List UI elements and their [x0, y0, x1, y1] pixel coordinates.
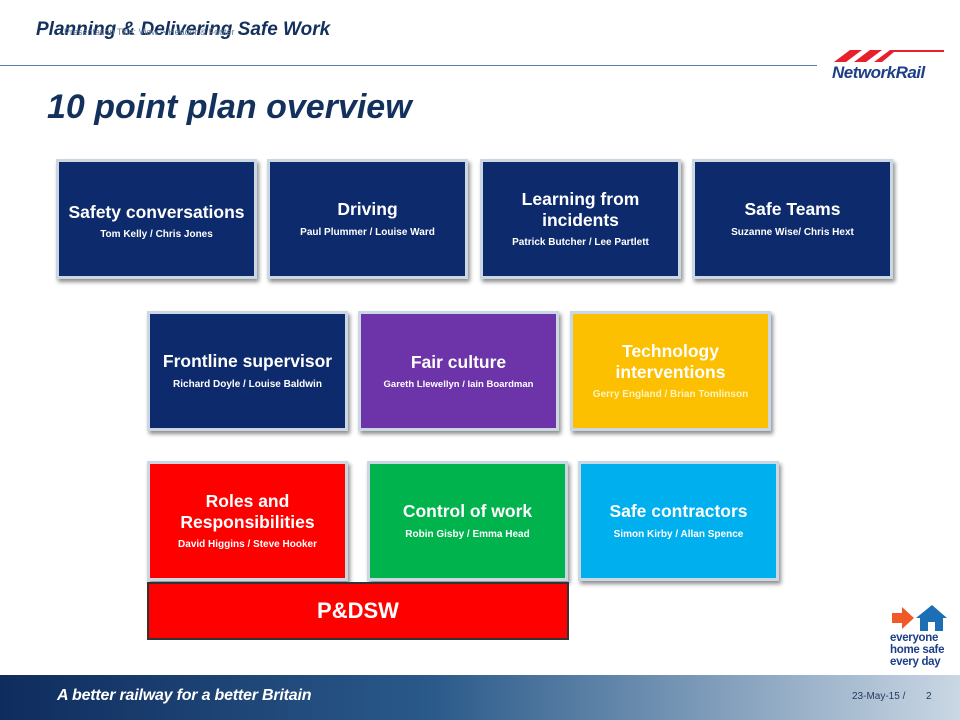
tile-names: Simon Kirby / Allan Spence: [613, 528, 744, 540]
tile-names: Paul Plummer / Louise Ward: [300, 226, 435, 238]
tile-names: Patrick Butcher / Lee Partlett: [512, 236, 649, 248]
footer-tagline: A better railway for a better Britain: [57, 687, 312, 704]
tile-names: Suzanne Wise/ Chris Hext: [731, 226, 854, 238]
campaign-logo: everyone home safe every day: [890, 604, 948, 668]
tile-title: Learning from incidents: [521, 189, 640, 230]
tile-title: Safe Teams: [744, 199, 841, 220]
tile-title: Driving: [337, 199, 398, 220]
chevron-icon: [834, 50, 944, 62]
campaign-text: everyone home safe every day: [890, 632, 944, 668]
pdsw-bar: P&DSW: [147, 582, 569, 640]
tile-names: Tom Kelly / Chris Jones: [100, 229, 213, 241]
tile-safe-teams: Safe Teams Suzanne Wise/ Chris Hext: [692, 159, 893, 279]
tile-safety-conversations: Safety conversations Tom Kelly / Chris J…: [56, 159, 257, 279]
tile-title: Control of work: [402, 501, 533, 522]
campaign-line: every day: [890, 656, 941, 669]
tile-title: Technology interventions: [615, 341, 726, 382]
tile-names: David Higgins / Steve Hooker: [178, 538, 317, 550]
tile-names: Gerry England / Brian Tomlinson: [592, 388, 749, 400]
tile-names: Robin Gisby / Emma Head: [405, 528, 530, 540]
presentation-title: Presentation Title: View > Header & Foot…: [64, 27, 235, 37]
tile-safe-contractors: Safe contractors Simon Kirby / Allan Spe…: [578, 461, 779, 581]
tile-title: Frontline supervisor: [162, 351, 333, 372]
tile-learning-from-incidents: Learning from incidents Patrick Butcher …: [480, 159, 681, 279]
arrow-house-icon: [892, 605, 947, 631]
tile-title: Roles and Responsibilities: [180, 491, 315, 532]
tile-technology-interventions: Technology interventions Gerry England /…: [570, 311, 771, 431]
header-rule: [0, 65, 817, 66]
tile-title: Safety conversations: [68, 201, 245, 222]
tile-names: Richard Doyle / Louise Baldwin: [173, 378, 322, 390]
tile-frontline-supervisor: Frontline supervisor Richard Doyle / Lou…: [147, 311, 348, 431]
campaign-line: home safe: [890, 644, 945, 657]
slide-title: 10 point plan overview: [47, 88, 412, 126]
tile-fair-culture: Fair culture Gareth Llewellyn / Iain Boa…: [358, 311, 559, 431]
tile-names: Gareth Llewellyn / Iain Boardman: [383, 378, 534, 390]
tile-title: Fair culture: [410, 351, 507, 372]
network-rail-logo: NetworkRail: [832, 50, 944, 84]
tile-title: Safe contractors: [609, 501, 748, 522]
footer-page-number: 2: [926, 691, 932, 702]
tile-control-of-work: Control of work Robin Gisby / Emma Head: [367, 461, 568, 581]
campaign-line: everyone: [890, 632, 939, 644]
logo-text: NetworkRail: [832, 63, 925, 82]
tile-driving: Driving Paul Plummer / Louise Ward: [267, 159, 468, 279]
tile-roles-and-responsibilities: Roles and Responsibilities David Higgins…: [147, 461, 348, 581]
footer-bar: A better railway for a better Britain 23…: [0, 675, 960, 720]
footer-date: 23-May-15 /: [852, 691, 906, 702]
